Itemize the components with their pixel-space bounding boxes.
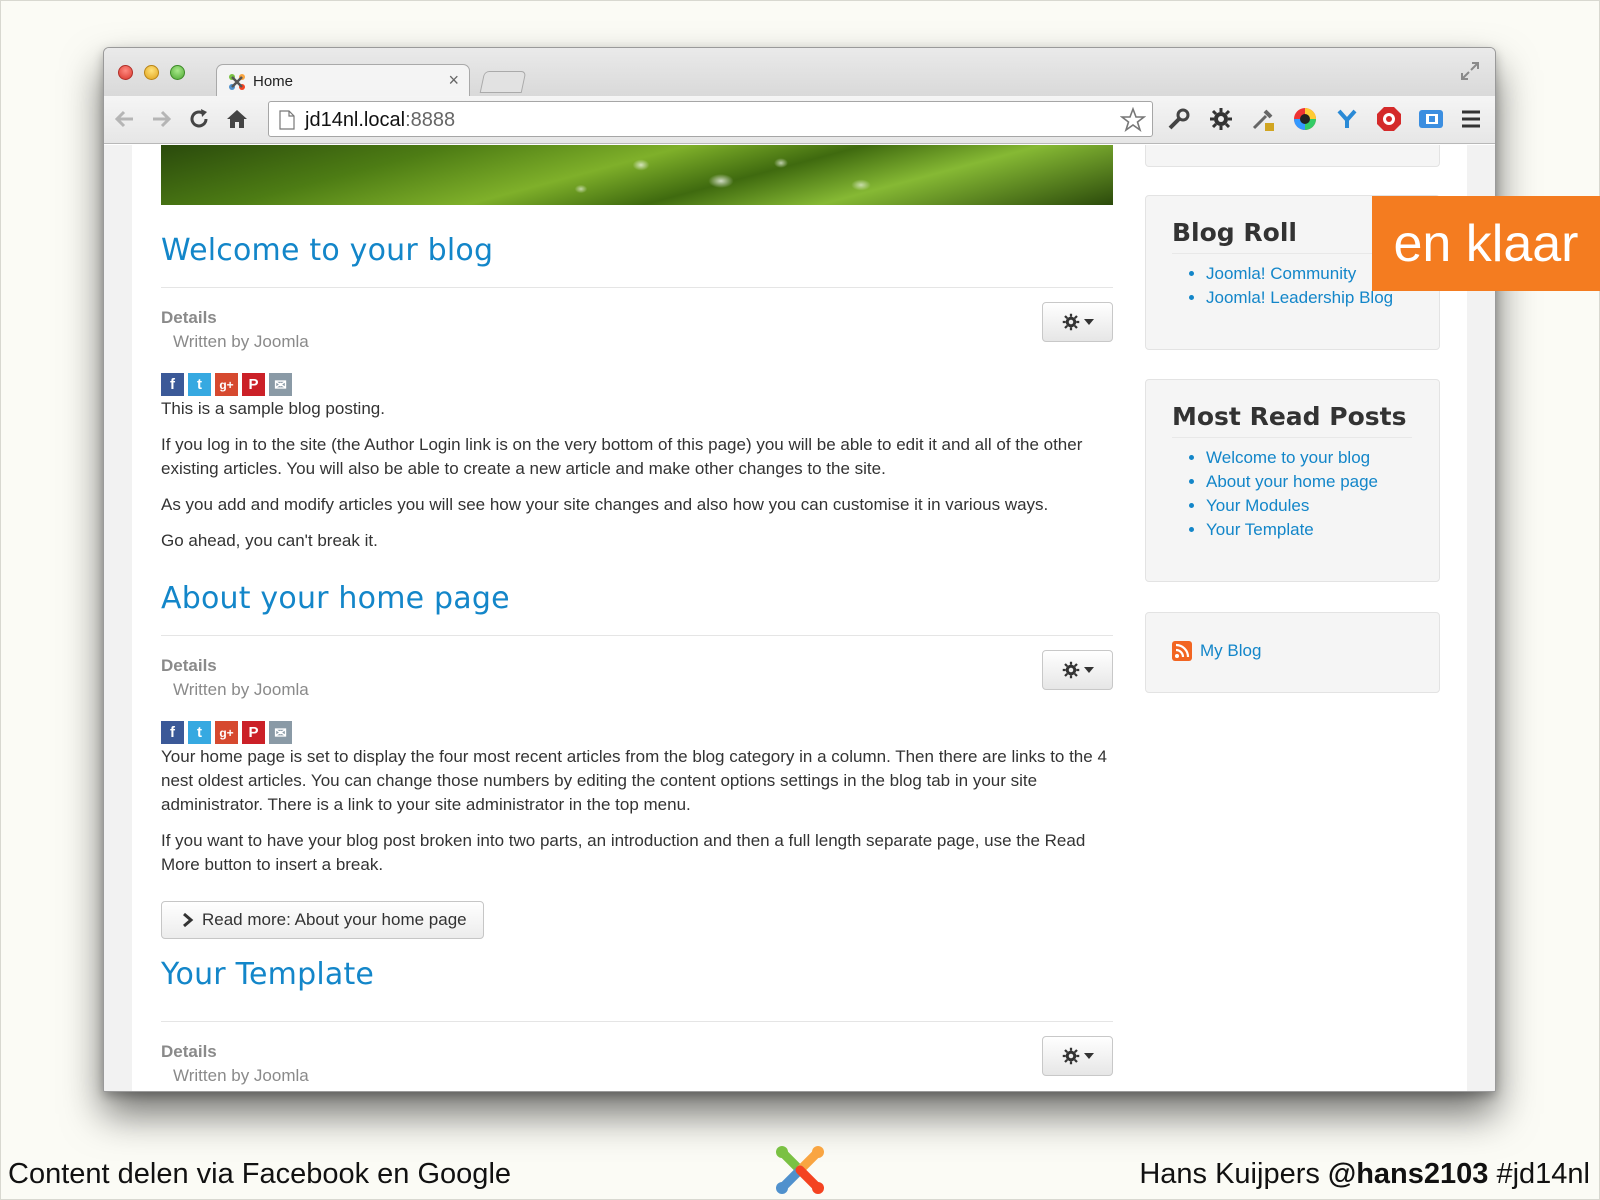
list-item[interactable]: Welcome to your blog (1206, 446, 1439, 470)
googleplus-icon[interactable]: g+ (215, 721, 238, 744)
article-title[interactable]: About your home page (161, 553, 1113, 616)
article-paragraph: This is a sample blog posting. (161, 399, 385, 418)
article-about-home: About your home page Details Written by … (161, 553, 1113, 939)
article-welcome: Welcome to your blog Details Written by … (161, 205, 1113, 553)
bookmark-star-icon[interactable] (1120, 107, 1146, 133)
en-klaar-badge: en klaar (1372, 196, 1600, 291)
joomla-favicon-icon (229, 74, 245, 90)
adblock-icon[interactable] (1376, 106, 1402, 132)
browser-window: Home × jd14nl.local:8888 Welcome to your… (103, 47, 1496, 1092)
gear-icon (1062, 661, 1079, 679)
article-paragraph: Go ahead, you can't break it. (161, 531, 378, 550)
email-icon[interactable]: ✉ (269, 373, 292, 396)
reload-icon[interactable] (186, 106, 212, 132)
list-item[interactable]: Your Template (1206, 518, 1439, 542)
page-viewport: Welcome to your blog Details Written by … (104, 145, 1495, 1091)
eyedropper-icon[interactable] (1250, 106, 1276, 132)
caret-down-icon (1083, 319, 1094, 325)
caret-down-icon (1083, 1053, 1094, 1059)
caret-down-icon (1083, 667, 1094, 673)
twitter-icon[interactable]: t (188, 721, 211, 744)
y-extension-icon[interactable] (1334, 106, 1360, 132)
feed-module: My Blog (1145, 612, 1440, 693)
header-image (161, 145, 1113, 205)
close-window-button[interactable] (118, 65, 133, 80)
details-label: Details (161, 1042, 217, 1061)
menu-icon[interactable] (1458, 106, 1484, 132)
article-paragraph: As you add and modify articles you will … (161, 495, 1049, 514)
color-wheel-icon[interactable] (1292, 106, 1318, 132)
address-bar[interactable]: jd14nl.local:8888 (268, 101, 1153, 137)
read-more-button[interactable]: Read more: About your home page (161, 901, 484, 939)
article-paragraph: Your home page is set to display the fou… (161, 747, 1107, 814)
zoom-window-button[interactable] (170, 65, 185, 80)
article-details: Details Written by Joomla (161, 636, 1113, 716)
slide-footer-author: Hans Kuijpers @hans2103 #jd14nl (1139, 1158, 1590, 1190)
tab-home[interactable]: Home × (216, 64, 470, 98)
main-content: Welcome to your blog Details Written by … (161, 205, 1113, 1091)
sidebar-module-top (1145, 145, 1440, 167)
feed-link[interactable]: My Blog (1172, 641, 1261, 661)
article-tools-button[interactable] (1042, 1036, 1113, 1076)
chevron-right-icon (183, 912, 194, 928)
article-paragraph: If you log in to the site (the Author Lo… (161, 435, 1083, 478)
joomla-logo-icon (776, 1146, 824, 1194)
home-icon[interactable] (224, 106, 250, 132)
most-read-module: Most Read Posts Welcome to your blog Abo… (1145, 379, 1440, 582)
title-bar: Home × (104, 48, 1495, 98)
module-title: Most Read Posts (1172, 402, 1412, 438)
author-line: Written by Joomla (173, 680, 309, 699)
page-icon (279, 110, 295, 130)
url-text: jd14nl.local:8888 (305, 109, 456, 131)
article-your-template: Your Template Details Written by Joomla (161, 939, 1113, 1091)
email-icon[interactable]: ✉ (269, 721, 292, 744)
wrench-icon[interactable] (1166, 106, 1192, 132)
article-details: Details Written by Joomla (161, 1022, 1113, 1091)
most-read-list: Welcome to your blog About your home pag… (1206, 446, 1439, 542)
gear-icon (1062, 313, 1079, 331)
back-icon[interactable] (112, 106, 138, 132)
share-icons: f t g+ P ✉ (161, 721, 1113, 745)
gear-icon[interactable] (1208, 106, 1234, 132)
screen-extension-icon[interactable] (1418, 106, 1444, 132)
facebook-icon[interactable]: f (161, 721, 184, 744)
article-title[interactable]: Your Template (161, 939, 1113, 997)
slide-footer-title: Content delen via Facebook en Google (8, 1158, 512, 1190)
fullscreen-icon[interactable] (1459, 60, 1481, 82)
minimize-window-button[interactable] (144, 65, 159, 80)
rss-icon (1172, 641, 1192, 661)
forward-icon[interactable] (148, 106, 174, 132)
feed-label: My Blog (1200, 641, 1262, 660)
article-title[interactable]: Welcome to your blog (161, 205, 1113, 268)
tab-close-icon[interactable]: × (448, 70, 459, 91)
article-paragraph: If you want to have your blog post broke… (161, 831, 1086, 874)
list-item[interactable]: About your home page (1206, 470, 1439, 494)
details-label: Details (161, 656, 217, 675)
browser-toolbar: jd14nl.local:8888 (104, 96, 1495, 144)
tab-title: Home (253, 73, 294, 90)
new-tab-button[interactable] (479, 71, 527, 93)
author-line: Written by Joomla (173, 332, 309, 351)
article-tools-button[interactable] (1042, 650, 1113, 690)
gear-icon (1062, 1047, 1079, 1065)
list-item[interactable]: Your Modules (1206, 494, 1439, 518)
article-tools-button[interactable] (1042, 302, 1113, 342)
author-line: Written by Joomla (173, 1066, 309, 1085)
article-details: Details Written by Joomla (161, 288, 1113, 368)
details-label: Details (161, 308, 217, 327)
read-more-label: Read more: About your home page (202, 910, 467, 929)
share-icons: f t g+ P ✉ (161, 373, 1113, 397)
facebook-icon[interactable]: f (161, 373, 184, 396)
twitter-icon[interactable]: t (188, 373, 211, 396)
pinterest-icon[interactable]: P (242, 721, 265, 744)
pinterest-icon[interactable]: P (242, 373, 265, 396)
page-body: Welcome to your blog Details Written by … (132, 145, 1467, 1091)
googleplus-icon[interactable]: g+ (215, 373, 238, 396)
